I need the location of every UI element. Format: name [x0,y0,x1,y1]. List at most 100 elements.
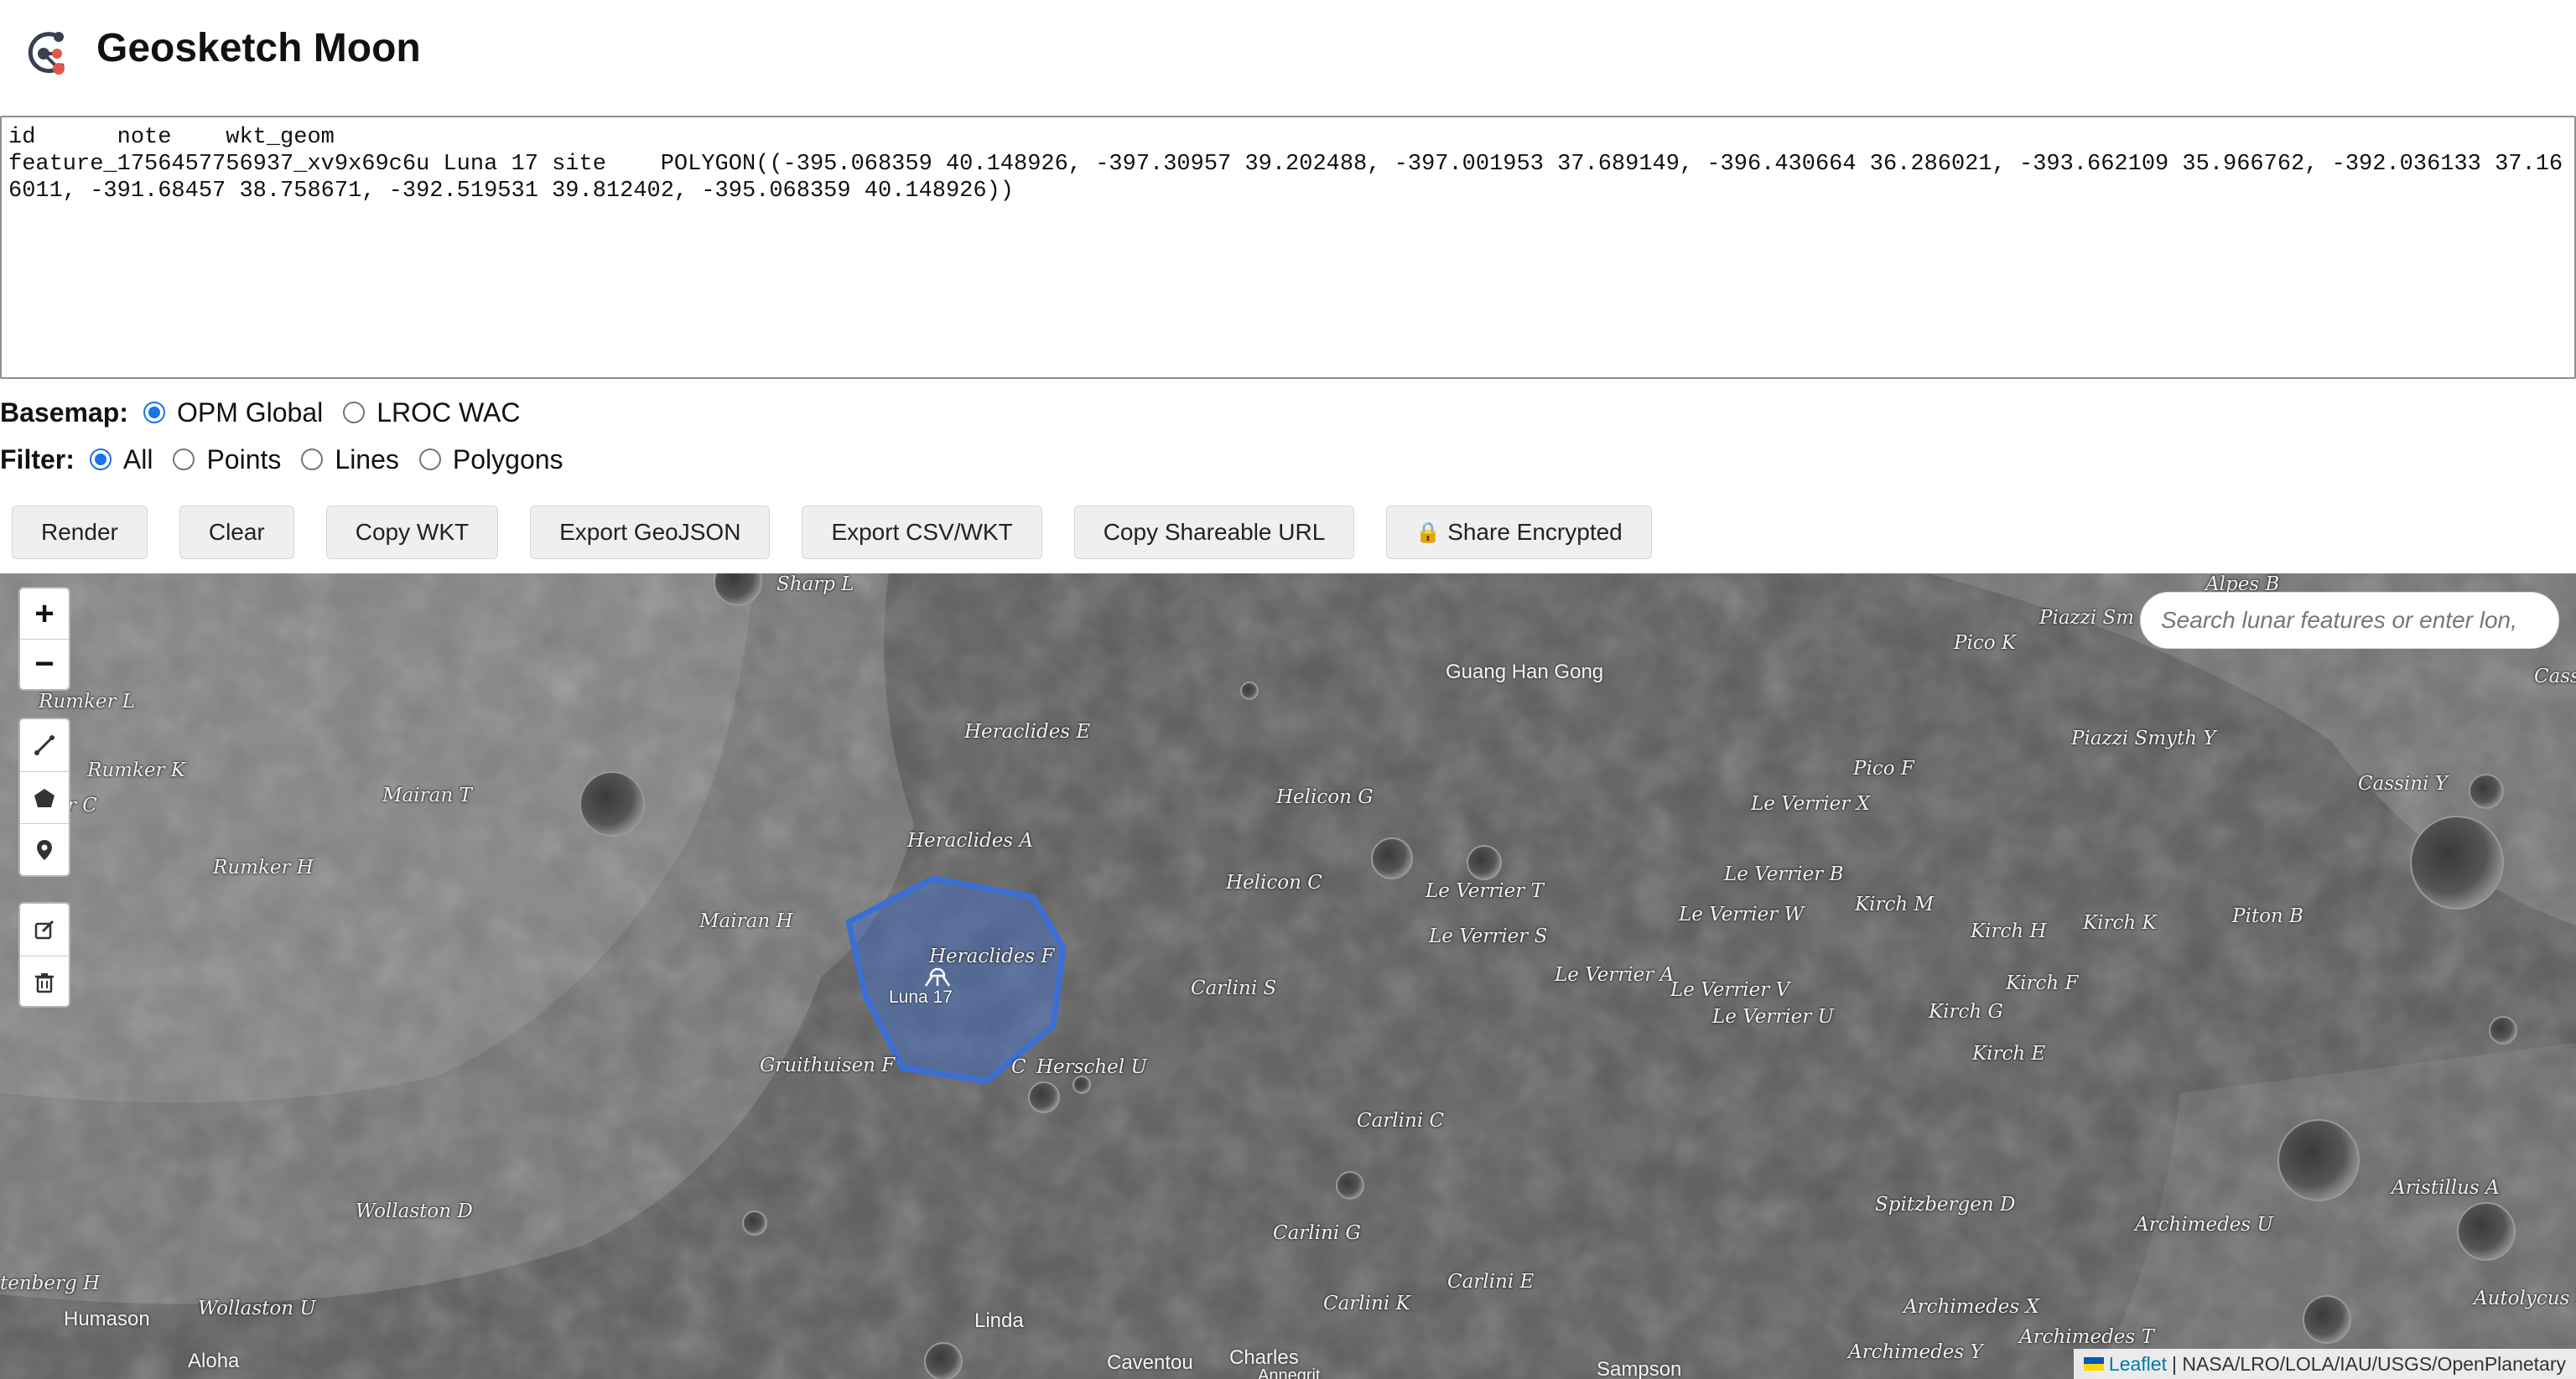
map-label-humason: Humason [64,1308,150,1330]
map-label-le-verrier-u: Le Verrier U [1712,1006,1834,1028]
map-label-le-verrier-s: Le Verrier S [1429,925,1548,947]
map-label-caventou: Caventou [1107,1351,1193,1374]
map-label-kirch-f: Kirch F [2006,972,2079,994]
wkt-data-textarea[interactable]: id note wkt_geom feature_1756457756937_x… [0,116,2576,379]
leaflet-link[interactable]: Leaflet [2109,1353,2167,1376]
map-pin-icon [37,839,52,860]
filter-selector: Filter: All Points Lines Polygons [0,441,584,478]
trash-icon [35,972,54,993]
clear-button[interactable]: Clear [179,505,294,559]
radio-unselected-icon[interactable] [418,448,441,470]
map-label-aloha: Aloha [188,1350,240,1372]
ukraine-flag-icon [2083,1357,2104,1371]
map-label-heraclides-f: Heraclides F [929,946,1055,967]
map-label-kirch-e: Kirch E [1972,1043,2046,1065]
zoom-control: + − [18,587,70,691]
map-label-heraclides-a: Heraclides A [907,830,1034,852]
draw-polyline-button[interactable] [20,719,69,771]
basemap-option-lroc-wac[interactable]: LROC WAC [343,397,521,428]
zoom-in-button[interactable]: + [20,588,69,639]
export-geojson-button[interactable]: Export GeoJSON [530,505,771,559]
map-label-carlini-k: Carlini K [1323,1293,1410,1314]
draw-toolbar [18,718,70,877]
radio-selected-icon[interactable] [89,448,112,470]
edit-layers-button[interactable] [20,904,69,956]
radio-selected-icon[interactable] [143,402,165,423]
map-label-aristillus-a: Aristillus A [2392,1177,2500,1199]
lunar-search-input[interactable]: Search lunar features or enter lon, [2140,592,2559,649]
map-label-c: C [1011,1056,1026,1078]
map-label-pico-f: Pico F [1853,758,1914,780]
map-label-carlini-e: Carlini E [1447,1271,1535,1293]
map-label-archimedes-t: Archimedes T [2019,1326,2154,1348]
radio-unselected-icon[interactable] [343,402,366,423]
map-label-guang-han-gong: Guang Han Gong [1446,661,1604,683]
map-label-kirch-m: Kirch M [1855,894,1935,915]
map-label-gruithuisen-f: Gruithuisen F [760,1055,896,1076]
export-csv-button[interactable]: Export CSV/WKT [802,505,1042,559]
lunar-basemap-tiles [0,573,2576,1379]
map-label-rumker-k: Rumker K [87,759,185,781]
map-label-herschel-u: Herschel U [1036,1056,1147,1078]
copy-wkt-button[interactable]: Copy WKT [325,505,499,559]
map-label-le-verrier-w: Le Verrier W [1679,904,1805,925]
map-label-le-verrier-b: Le Verrier B [1724,863,1844,885]
lunar-map[interactable]: Sharp L Rumker L Rumker K r C Mairan T R… [0,573,2576,1379]
delete-layers-button[interactable] [20,956,69,1008]
filter-option-points[interactable]: Points [173,444,281,475]
map-label-pico-k: Pico K [1954,632,2017,654]
map-label-linda: Linda [974,1309,1024,1332]
render-button[interactable]: Render [12,505,148,559]
filter-option-lines[interactable]: Lines [301,444,399,475]
map-label-autolycus-k: Autolycus K [2474,1288,2576,1309]
map-label-piazzi-sm: Piazzi Sm [2039,607,2135,629]
map-label-helicon-c: Helicon C [1226,872,1322,894]
map-label-mairan-t: Mairan T [382,785,472,806]
draw-polygon-button[interactable] [20,771,69,823]
map-label-le-verrier-t: Le Verrier T [1426,880,1544,902]
map-label-spitzbergen-d: Spitzbergen D [1875,1194,2016,1216]
map-label-helicon-g: Helicon G [1276,786,1374,808]
basemap-option-opm-global[interactable]: OPM Global [143,397,323,428]
edit-toolbar [18,902,70,1008]
share-encrypted-button[interactable]: 🔒 Share Encrypted [1386,505,1652,559]
map-label-tenberg-h: tenberg H [0,1273,101,1294]
copy-shareable-url-button[interactable]: Copy Shareable URL [1073,505,1355,559]
map-label-kirch-k: Kirch K [2083,912,2157,934]
map-label-le-verrier-a: Le Verrier A [1555,964,1675,986]
action-toolbar: Render Clear Copy WKT Export GeoJSON Exp… [12,505,1684,559]
map-label-kirch-g: Kirch G [1929,1001,2003,1023]
filter-option-all[interactable]: All [89,444,153,475]
map-label-archimedes-u: Archimedes U [2135,1214,2273,1236]
map-label-wollaston-d: Wollaston D [356,1200,473,1222]
edit-icon [34,920,55,940]
map-label-sampson: Sampson [1597,1358,1682,1379]
filter-option-polygons[interactable]: Polygons [418,444,564,475]
basemap-selector: Basemap: OPM Global LROC WAC [0,394,541,431]
app-title: Geosketch Moon [96,26,421,70]
filter-label: Filter: [0,443,75,474]
polygon-icon [34,788,55,807]
map-label-rumker-l: Rumker L [39,691,136,713]
lock-icon: 🔒 [1415,521,1441,544]
app-header: Geosketch Moon [0,0,2576,111]
map-label-carlini-g: Carlini G [1273,1222,1361,1244]
map-label-piazzi-smyth-y: Piazzi Smyth Y [2071,728,2216,749]
radio-unselected-icon[interactable] [301,448,324,470]
map-label-piton-b: Piton B [2232,905,2303,927]
radio-unselected-icon[interactable] [173,448,195,470]
map-label-sharp-l: Sharp L [776,573,854,595]
map-label-mairan-h: Mairan H [699,910,793,932]
polygon-label: Luna 17 [889,988,953,1007]
map-label-cassini-y: Cassini Y [2358,773,2448,795]
attribution-text: | NASA/LRO/LOLA/IAU/USGS/OpenPlanetary [2171,1352,2566,1375]
map-label-heraclides-e: Heraclides E [964,721,1091,743]
basemap-label: Basemap: [0,397,128,428]
map-label-annegrit: Annegrit [1258,1366,1321,1379]
geosketch-logo-icon [25,29,72,79]
zoom-out-button[interactable]: − [20,639,69,689]
map-attribution: Leaflet | NASA/LRO/LOLA/IAU/USGS/OpenPla… [2073,1349,2576,1379]
map-label-carlini-c: Carlini C [1357,1110,1445,1132]
draw-marker-button[interactable] [20,823,69,875]
map-label-le-verrier-v: Le Verrier V [1670,979,1790,1001]
